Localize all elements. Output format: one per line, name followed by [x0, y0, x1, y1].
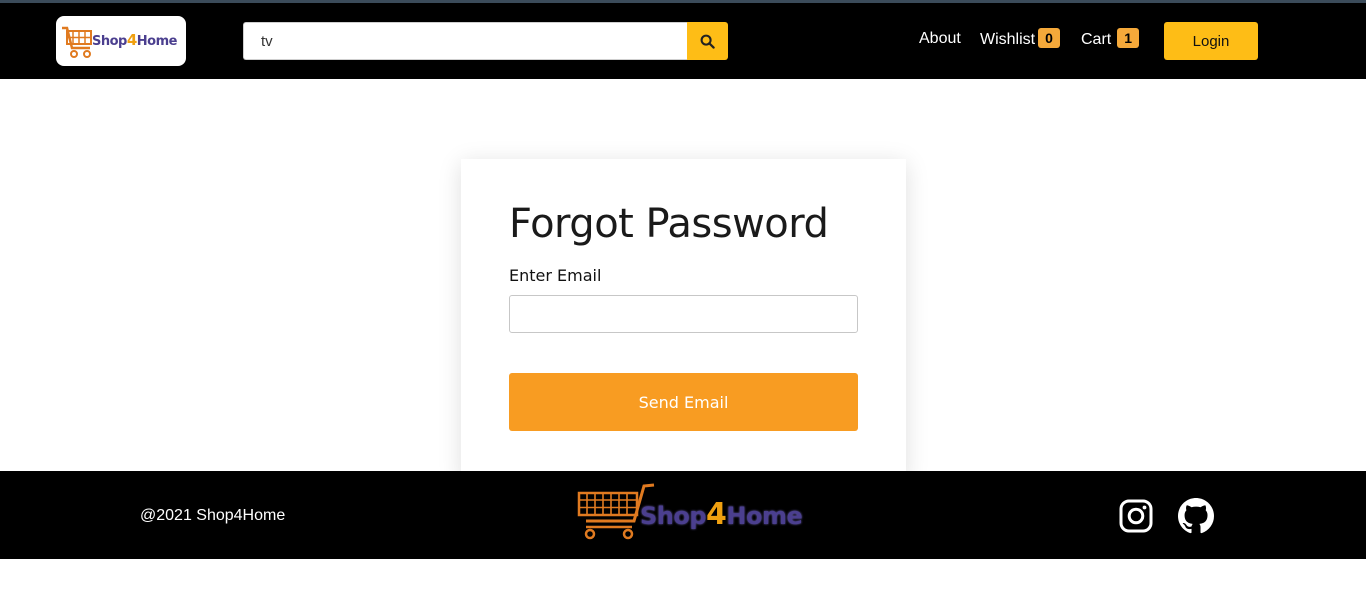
wishlist-label: Wishlist	[980, 31, 1036, 48]
site-logo[interactable]: Shop4Home	[56, 16, 186, 66]
email-label: Enter Email	[509, 266, 602, 285]
nav-about-link[interactable]: About	[919, 30, 961, 48]
github-icon[interactable]	[1178, 498, 1214, 534]
wishlist-count-badge: 0	[1038, 28, 1060, 48]
login-button[interactable]: Login	[1164, 22, 1258, 60]
search-icon	[700, 34, 715, 49]
search-input[interactable]	[243, 22, 688, 60]
footer-logo-part: Shop	[640, 502, 707, 530]
footer-logo-number: 4	[706, 497, 727, 532]
logo-text-part: Home	[136, 34, 178, 49]
page-title: Forgot Password	[509, 201, 829, 247]
search-bar	[243, 22, 728, 60]
logo-text-part: Shop	[92, 34, 127, 49]
cart-count-badge: 1	[1117, 28, 1140, 48]
navbar: Shop4Home About Wishlist0 Cart 1 Login	[0, 3, 1366, 79]
send-email-button[interactable]: Send Email	[509, 373, 858, 431]
instagram-icon[interactable]	[1118, 498, 1154, 534]
footer-logo-part: Home	[726, 502, 803, 530]
footer: @2021 Shop4Home Shop4Home	[0, 471, 1366, 559]
logo-text-number: 4	[126, 31, 137, 49]
copyright-text: @2021 Shop4Home	[140, 507, 286, 524]
footer-logo[interactable]: Shop4Home	[576, 481, 816, 545]
footer-logo-text: Shop4Home	[640, 497, 803, 532]
logo-text: Shop4Home	[92, 31, 177, 49]
forgot-password-card: Forgot Password Enter Email Send Email	[461, 159, 906, 479]
cart-label: Cart	[1081, 31, 1112, 48]
search-button[interactable]	[687, 22, 728, 60]
email-field[interactable]	[509, 295, 858, 333]
cart-logo-icon	[62, 26, 92, 58]
nav-wishlist-link[interactable]: Wishlist 0	[980, 28, 1060, 49]
nav-cart-link[interactable]: Cart 1	[1081, 28, 1140, 49]
